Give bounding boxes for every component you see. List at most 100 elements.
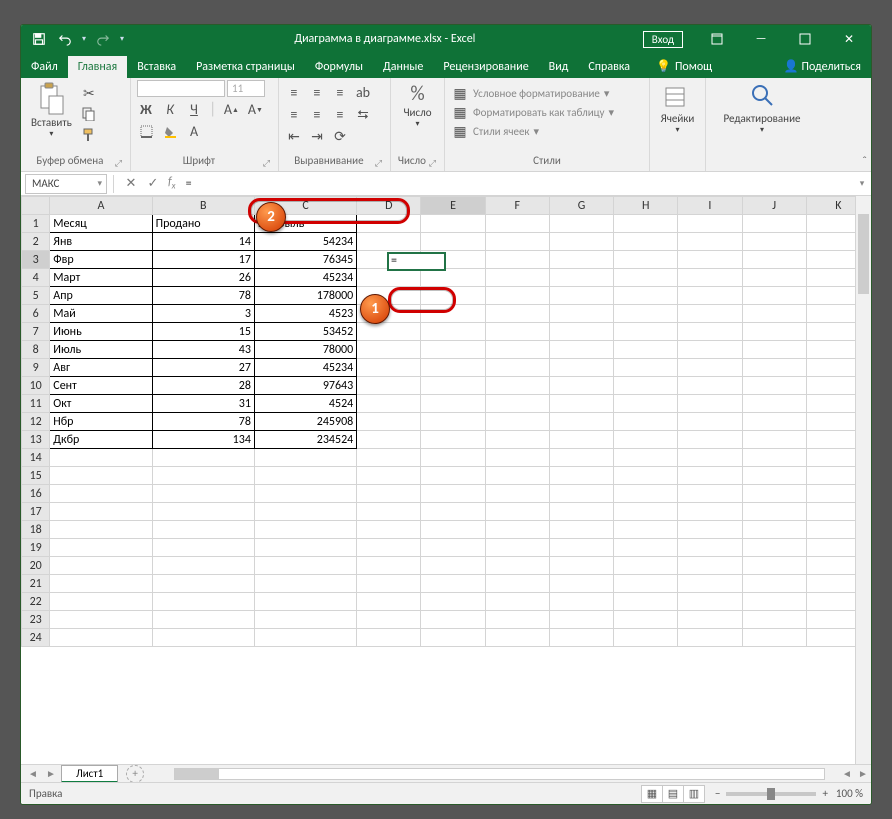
cell-A3[interactable]: Фвр [50,251,152,269]
cell-B13[interactable]: 134 [152,431,254,449]
cell-F4[interactable] [485,269,549,287]
font-launcher-icon[interactable]: ⤢ [261,158,272,169]
cell-I15[interactable] [678,467,742,485]
cell-F17[interactable] [485,503,549,521]
row-header-3[interactable]: 3 [22,251,50,269]
cell-B7[interactable]: 15 [152,323,254,341]
hscroll-right-icon[interactable]: ► [855,766,871,782]
cell-A1[interactable]: Месяц [50,215,152,233]
ribbon-options-icon[interactable] [695,25,739,53]
align-top-icon[interactable]: ≡ [285,83,303,101]
row-header-20[interactable]: 20 [22,557,50,575]
cell-C24[interactable] [254,629,356,647]
cell-F3[interactable] [485,251,549,269]
number-format-button[interactable]: % Число ▾ [399,80,435,131]
cell-G22[interactable] [549,593,613,611]
cell-C10[interactable]: 97643 [254,377,356,395]
cell-H14[interactable] [614,449,678,467]
cell-E10[interactable] [421,377,485,395]
cell-D1[interactable] [357,215,421,233]
cell-I21[interactable] [678,575,742,593]
cell-C12[interactable]: 245908 [254,413,356,431]
cell-I5[interactable] [678,287,742,305]
row-header-24[interactable]: 24 [22,629,50,647]
expand-formula-bar-icon[interactable]: ▾ [853,178,871,189]
cell-D15[interactable] [357,467,421,485]
cell-D19[interactable] [357,539,421,557]
cell-F16[interactable] [485,485,549,503]
cell-B11[interactable]: 31 [152,395,254,413]
qat-dropdown-icon[interactable]: ▾ [79,28,89,50]
cell-G15[interactable] [549,467,613,485]
cells-button[interactable]: Ячейки ▾ [657,80,699,137]
cell-E2[interactable] [421,233,485,251]
cell-B4[interactable]: 26 [152,269,254,287]
merge-icon[interactable]: ⮀ [354,105,372,123]
row-header-8[interactable]: 8 [22,341,50,359]
row-header-1[interactable]: 1 [22,215,50,233]
cell-B15[interactable] [152,467,254,485]
cell-F14[interactable] [485,449,549,467]
cell-E11[interactable] [421,395,485,413]
cell-A14[interactable] [50,449,152,467]
row-header-11[interactable]: 11 [22,395,50,413]
enter-formula-icon[interactable]: ✓ [142,174,164,194]
cell-E7[interactable] [421,323,485,341]
cell-J19[interactable] [742,539,806,557]
cell-C22[interactable] [254,593,356,611]
cell-E1[interactable] [421,215,485,233]
row-header-23[interactable]: 23 [22,611,50,629]
column-header-H[interactable]: H [614,197,678,215]
cell-H19[interactable] [614,539,678,557]
cell-J7[interactable] [742,323,806,341]
column-header-D[interactable]: D [357,197,421,215]
cell-F7[interactable] [485,323,549,341]
cell-D17[interactable] [357,503,421,521]
cell-J3[interactable] [742,251,806,269]
align-right-icon[interactable]: ≡ [331,105,349,123]
cell-H8[interactable] [614,341,678,359]
cell-J21[interactable] [742,575,806,593]
font-color-icon[interactable]: A [185,122,203,140]
paste-button[interactable]: Вставить ▾ [27,80,76,141]
cell-D16[interactable] [357,485,421,503]
cell-B3[interactable]: 17 [152,251,254,269]
insert-function-icon[interactable]: fx [168,175,176,191]
cell-A18[interactable] [50,521,152,539]
cell-G20[interactable] [549,557,613,575]
cell-F5[interactable] [485,287,549,305]
cell-A4[interactable]: Март [50,269,152,287]
row-header-4[interactable]: 4 [22,269,50,287]
cell-A17[interactable] [50,503,152,521]
cell-C6[interactable]: 4523 [254,305,356,323]
cell-G19[interactable] [549,539,613,557]
align-middle-icon[interactable]: ≡ [308,83,326,101]
cell-G16[interactable] [549,485,613,503]
cell-D20[interactable] [357,557,421,575]
clipboard-launcher-icon[interactable]: ⤢ [113,158,124,169]
cell-A19[interactable] [50,539,152,557]
cell-E9[interactable] [421,359,485,377]
cell-B12[interactable]: 78 [152,413,254,431]
cell-I12[interactable] [678,413,742,431]
cell-C2[interactable]: 54234 [254,233,356,251]
cell-I4[interactable] [678,269,742,287]
cell-G14[interactable] [549,449,613,467]
cell-H5[interactable] [614,287,678,305]
column-header-A[interactable]: A [50,197,152,215]
cell-A20[interactable] [50,557,152,575]
cell-F12[interactable] [485,413,549,431]
sheet-nav-prev-icon[interactable]: ◄ [25,766,41,782]
ribbon-tab-вид[interactable]: Вид [539,56,579,78]
login-button[interactable]: Вход [643,31,683,48]
share-button[interactable]: 👤 Поделиться [774,55,871,78]
cell-A11[interactable]: Окт [50,395,152,413]
cell-B23[interactable] [152,611,254,629]
cell-G10[interactable] [549,377,613,395]
cell-D2[interactable] [357,233,421,251]
cell-A9[interactable]: Авг [50,359,152,377]
zoom-out-icon[interactable]: − [715,787,720,800]
cell-E13[interactable] [421,431,485,449]
decrease-font-icon[interactable]: A▼ [246,100,264,118]
column-header-E[interactable]: E [421,197,485,215]
